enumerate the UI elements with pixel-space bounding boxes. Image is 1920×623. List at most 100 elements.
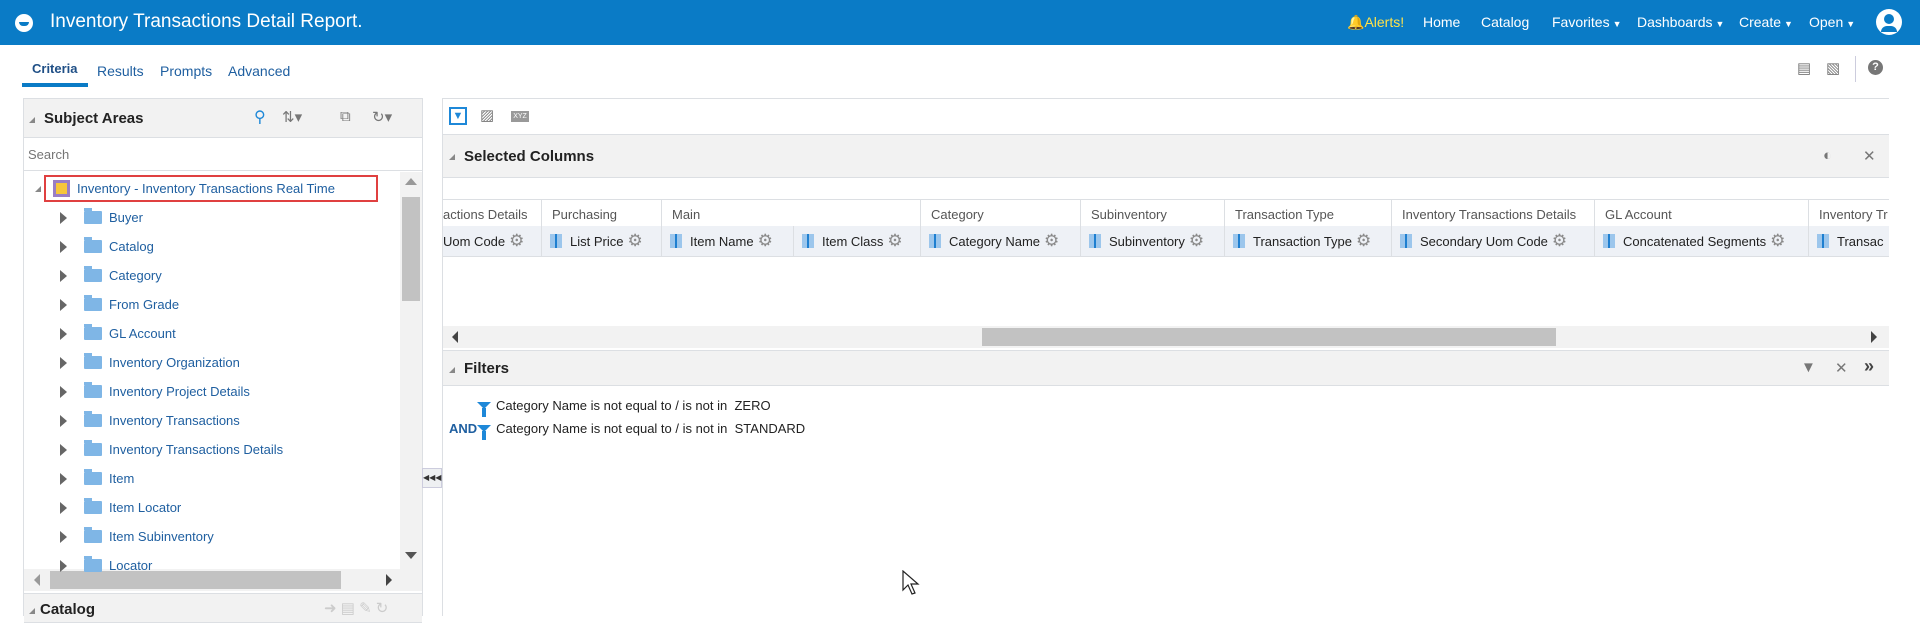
expand-icon[interactable] — [60, 356, 67, 369]
tab-results[interactable]: Results — [97, 63, 144, 79]
selected-column[interactable]: Secondary Uom Code ⚙ — [1391, 226, 1594, 257]
collapse-icon[interactable] — [29, 608, 35, 614]
search-icon[interactable]: ⚲ — [254, 107, 266, 127]
filter-icon — [477, 425, 492, 440]
tree-folder-item[interactable]: Inventory Project Details — [38, 377, 250, 406]
column-names-icon[interactable]: XYZ — [511, 111, 529, 122]
expand-icon[interactable] — [60, 240, 67, 253]
scroll-up-icon[interactable] — [405, 178, 417, 185]
tree-label: Inventory - Inventory Transactions Real … — [77, 181, 335, 196]
collapse-panel-button[interactable]: ◀◀◀ — [422, 468, 442, 488]
save-as-icon[interactable]: ▧ — [1826, 59, 1840, 77]
selected-columns-header: Selected Columns ◐ ✕ — [443, 134, 1889, 178]
menu-create[interactable]: Create ▼ — [1739, 14, 1793, 30]
gear-icon[interactable]: ⚙ — [758, 231, 773, 251]
tree-folder-item[interactable]: Inventory Transactions Details — [38, 435, 283, 464]
vertical-scrollbar[interactable] — [400, 172, 422, 570]
selected-column[interactable]: Category Name ⚙ — [920, 226, 1080, 257]
expand-icon[interactable] — [60, 559, 67, 572]
save-icon[interactable]: ▤ — [1797, 59, 1811, 77]
filter-item[interactable]: AND Category Name is not equal to / is no… — [449, 421, 805, 440]
tree-folder-item[interactable]: Inventory Transactions — [38, 406, 240, 435]
tree-folder-item[interactable]: From Grade — [38, 290, 179, 319]
tree-label: From Grade — [109, 297, 180, 312]
hide-columns-icon[interactable]: ◐ — [1823, 147, 1832, 164]
gear-icon[interactable]: ⚙ — [887, 231, 902, 251]
selected-column[interactable]: Subinventory ⚙ — [1080, 226, 1224, 257]
column-icon — [1233, 234, 1245, 248]
expand-icon[interactable] — [60, 211, 67, 224]
sort-icon[interactable]: ⇅▾ — [282, 108, 302, 126]
menu-favorites[interactable]: Favorites ▼ — [1552, 14, 1622, 30]
expand-icon[interactable] — [60, 443, 67, 456]
add-filter-icon[interactable]: ▼ — [1801, 359, 1816, 376]
column-icon — [802, 234, 814, 248]
tab-prompts[interactable]: Prompts — [160, 63, 212, 79]
nav-home[interactable]: Home — [1423, 14, 1460, 30]
menu-open[interactable]: Open ▼ — [1809, 14, 1855, 30]
tab-criteria[interactable]: Criteria — [32, 61, 78, 76]
catalog-toolbar-icons[interactable]: ➜ ▤ ✎ ↻ — [324, 599, 388, 617]
tree-folder-item[interactable]: Item Locator — [38, 493, 181, 522]
tree-folder-item[interactable]: Item Subinventory — [38, 522, 214, 551]
nav-catalog[interactable]: Catalog — [1481, 14, 1529, 30]
expand-icon[interactable] — [60, 414, 67, 427]
tree-folder-item[interactable]: Category — [38, 261, 162, 290]
collapse-icon[interactable] — [449, 367, 455, 373]
help-icon[interactable]: ? — [1868, 60, 1883, 75]
user-avatar-icon[interactable] — [1876, 9, 1902, 35]
tree-folder-item[interactable]: Item — [38, 464, 134, 493]
alerts-link[interactable]: 🔔Alerts! — [1347, 14, 1404, 31]
selected-column[interactable]: List Price ⚙ — [541, 226, 661, 257]
folder-icon — [84, 440, 102, 456]
expand-icon[interactable] — [60, 298, 67, 311]
scroll-down-icon[interactable] — [405, 552, 417, 559]
filter-item[interactable]: Category Name is not equal to / is not i… — [477, 398, 771, 417]
filter-toggle-icon[interactable]: ▼ — [449, 107, 467, 125]
search-input[interactable] — [24, 139, 422, 171]
selected-column[interactable]: Concatenated Segments ⚙ — [1594, 226, 1808, 257]
menu-dashboards[interactable]: Dashboards ▼ — [1637, 14, 1724, 30]
expand-icon[interactable] — [60, 385, 67, 398]
selected-column[interactable]: Transac — [1808, 226, 1889, 257]
tree-folder-item[interactable]: Catalog — [38, 232, 154, 261]
scroll-left-icon[interactable] — [452, 331, 458, 343]
more-icon[interactable]: » — [1864, 356, 1874, 377]
edit-formula-icon[interactable]: ▨ — [480, 106, 494, 124]
remove-all-filters-icon[interactable]: ✕ — [1835, 359, 1848, 377]
tree-root-subject-area[interactable]: Inventory - Inventory Transactions Real … — [35, 174, 335, 203]
gear-icon[interactable]: ⚙ — [1044, 231, 1059, 251]
tree-folder-item[interactable]: Inventory Organization — [38, 348, 240, 377]
expand-icon[interactable] — [60, 530, 67, 543]
expand-icon[interactable] — [60, 269, 67, 282]
collapse-icon[interactable] — [449, 154, 455, 160]
gear-icon[interactable]: ⚙ — [1552, 231, 1567, 251]
scroll-right-icon[interactable] — [1871, 331, 1877, 343]
tree-folder-item[interactable]: GL Account — [38, 319, 176, 348]
gear-icon[interactable]: ⚙ — [509, 231, 524, 251]
gear-icon[interactable]: ⚙ — [627, 231, 642, 251]
gear-icon[interactable]: ⚙ — [1356, 231, 1371, 251]
gear-icon[interactable]: ⚙ — [1189, 231, 1204, 251]
scrollbar-thumb[interactable] — [402, 197, 420, 301]
column-label: Uom Code — [443, 233, 506, 249]
tree-folder-item[interactable]: Locator — [38, 551, 152, 580]
tree-folder-item[interactable]: Buyer — [38, 203, 143, 232]
scrollbar-thumb[interactable] — [982, 328, 1556, 346]
gear-icon[interactable]: ⚙ — [1770, 231, 1785, 251]
selected-column[interactable]: Item Name ⚙ — [661, 226, 793, 257]
refresh-icon[interactable]: ↻▾ — [372, 108, 392, 126]
collapse-icon[interactable] — [29, 117, 35, 123]
expand-icon[interactable] — [60, 472, 67, 485]
tab-advanced[interactable]: Advanced — [228, 63, 290, 79]
remove-all-columns-icon[interactable]: ✕ — [1863, 147, 1876, 165]
expand-icon[interactable] — [60, 501, 67, 514]
selected-column[interactable]: Item Class ⚙ — [793, 226, 920, 257]
and-operator[interactable]: AND — [449, 421, 477, 436]
expand-icon[interactable] — [60, 327, 67, 340]
scroll-right-icon[interactable] — [386, 574, 392, 586]
selected-column[interactable]: Uom Code ⚙ — [443, 226, 541, 257]
columns-horizontal-scrollbar[interactable] — [443, 326, 1889, 348]
selected-column[interactable]: Transaction Type ⚙ — [1224, 226, 1391, 257]
add-subject-area-icon[interactable]: ⧉ — [340, 108, 351, 125]
